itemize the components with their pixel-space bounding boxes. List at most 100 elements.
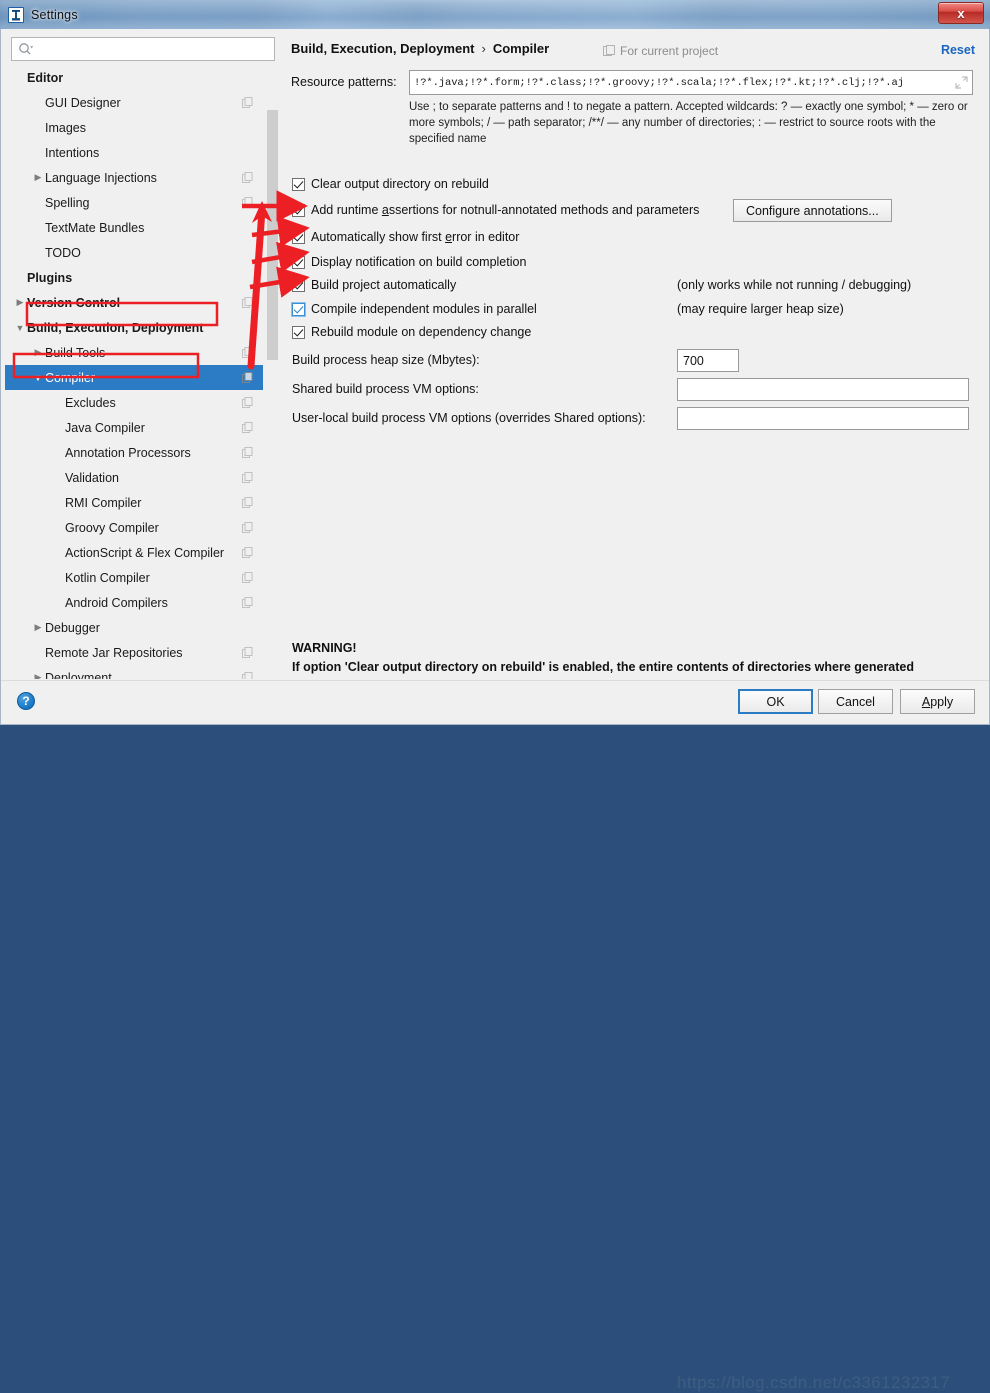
copy-settings-icon[interactable] (242, 397, 253, 408)
chevron-down-icon[interactable]: ▼ (13, 315, 27, 340)
sidebar-item-label: RMI Compiler (65, 496, 141, 510)
title-bar[interactable]: Settings x (0, 0, 990, 29)
cancel-button[interactable]: Cancel (818, 689, 893, 714)
copy-settings-icon[interactable] (242, 197, 253, 208)
sidebar-item-label: Debugger (45, 621, 100, 635)
chevron-right-icon[interactable]: ▶ (31, 665, 45, 679)
checkbox-rebuild-module-on-dependency-change[interactable] (292, 326, 305, 339)
search-input[interactable] (38, 42, 258, 56)
checkbox-display-notification-on-build-completion[interactable] (292, 256, 305, 269)
sidebar-item-build-execution-deployment[interactable]: ▼Build, Execution, Deployment (5, 315, 263, 340)
checkbox-row-build-project-automatically[interactable]: Build project automatically (292, 278, 456, 292)
copy-settings-icon[interactable] (242, 297, 253, 308)
copy-settings-icon[interactable] (242, 347, 253, 358)
sidebar-item-remote-jar-repositories[interactable]: Remote Jar Repositories (5, 640, 263, 665)
sidebar-scrollbar[interactable] (265, 65, 279, 679)
copy-settings-icon[interactable] (242, 672, 253, 679)
checkbox-row-clear-output-directory-on-rebuild[interactable]: Clear output directory on rebuild (292, 177, 489, 191)
copy-settings-icon[interactable] (242, 647, 253, 658)
chevron-right-icon[interactable]: ▶ (31, 340, 45, 365)
copy-settings-icon[interactable] (242, 522, 253, 533)
tree-spacer (51, 465, 65, 490)
reset-link[interactable]: Reset (941, 43, 975, 57)
sidebar-item-compiler[interactable]: ▼Compiler (5, 365, 263, 390)
sidebar-item-annotation-processors[interactable]: Annotation Processors (5, 440, 263, 465)
resource-patterns-input[interactable] (414, 77, 944, 89)
close-icon[interactable]: x (938, 2, 984, 24)
sidebar-item-rmi-compiler[interactable]: RMI Compiler (5, 490, 263, 515)
sidebar-item-label: Java Compiler (65, 421, 145, 435)
checkbox-row-compile-independent-modules-in-parallel[interactable]: Compile independent modules in parallel (292, 302, 537, 316)
input-build-process-heap-size-mbytes[interactable] (678, 350, 738, 371)
checkbox-label-clear-output-directory-on-rebuild: Clear output directory on rebuild (311, 177, 489, 191)
apply-button[interactable]: Apply (900, 689, 975, 714)
intellij-idea-icon (8, 7, 24, 23)
copy-settings-icon[interactable] (242, 572, 253, 583)
checkbox-hint-compile-independent-modules-in-parallel: (may require larger heap size) (677, 302, 844, 316)
sidebar-item-spelling[interactable]: Spelling (5, 190, 263, 215)
sidebar-item-java-compiler[interactable]: Java Compiler (5, 415, 263, 440)
chevron-right-icon[interactable]: ▶ (13, 290, 27, 315)
sidebar-item-language-injections[interactable]: ▶Language Injections (5, 165, 263, 190)
checkbox-build-project-automatically[interactable] (292, 279, 305, 292)
sidebar-scrollbar-thumb[interactable] (267, 110, 278, 360)
checkbox-add-runtime-assertions-for-notnull-annotated-methods-and-parameters[interactable] (292, 204, 305, 217)
sidebar-item-intentions[interactable]: Intentions (5, 140, 263, 165)
search-icon (18, 42, 34, 56)
configure-annotations-button[interactable]: Configure annotations... (733, 199, 892, 222)
field-build-process-heap-size-mbytes[interactable] (677, 349, 739, 372)
sidebar-item-label: ActionScript & Flex Compiler (65, 546, 224, 560)
checkbox-clear-output-directory-on-rebuild[interactable] (292, 178, 305, 191)
sidebar-item-kotlin-compiler[interactable]: Kotlin Compiler (5, 565, 263, 590)
copy-settings-icon[interactable] (242, 497, 253, 508)
sidebar-item-version-control[interactable]: ▶Version Control (5, 290, 263, 315)
help-icon[interactable]: ? (17, 692, 35, 710)
field-user-local-build-process-vm-options-overrides-shared-options[interactable] (677, 407, 969, 430)
copy-settings-icon[interactable] (242, 447, 253, 458)
checkbox-row-rebuild-module-on-dependency-change[interactable]: Rebuild module on dependency change (292, 325, 531, 339)
sidebar-item-debugger[interactable]: ▶Debugger (5, 615, 263, 640)
breadcrumb-root[interactable]: Build, Execution, Deployment (291, 41, 474, 56)
input-shared-build-process-vm-options[interactable] (678, 379, 968, 400)
tree-spacer (31, 640, 45, 665)
chevron-right-icon[interactable]: ▶ (31, 615, 45, 640)
sidebar-item-gui-designer[interactable]: GUI Designer (5, 90, 263, 115)
copy-settings-icon[interactable] (242, 172, 253, 183)
sidebar-item-todo[interactable]: TODO (5, 240, 263, 265)
tree-spacer (13, 265, 27, 290)
sidebar-item-validation[interactable]: Validation (5, 465, 263, 490)
resource-patterns-field[interactable] (409, 70, 973, 95)
sidebar-item-groovy-compiler[interactable]: Groovy Compiler (5, 515, 263, 540)
sidebar-item-android-compilers[interactable]: Android Compilers (5, 590, 263, 615)
sidebar-item-deployment[interactable]: ▶Deployment (5, 665, 263, 679)
sidebar-item-textmate-bundles[interactable]: TextMate Bundles (5, 215, 263, 240)
input-user-local-build-process-vm-options-overrides-shared-options[interactable] (678, 408, 968, 429)
ok-button[interactable]: OK (738, 689, 813, 714)
chevron-down-icon[interactable]: ▼ (31, 365, 45, 390)
checkbox-row-automatically-show-first-error-in-editor[interactable]: Automatically show first error in editor (292, 230, 519, 244)
copy-settings-icon[interactable] (242, 97, 253, 108)
sidebar-item-editor[interactable]: Editor (5, 65, 263, 90)
checkbox-row-display-notification-on-build-completion[interactable]: Display notification on build completion (292, 255, 526, 269)
sidebar-item-images[interactable]: Images (5, 115, 263, 140)
checkbox-compile-independent-modules-in-parallel[interactable] (292, 303, 305, 316)
search-box[interactable] (11, 37, 275, 61)
sidebar-item-build-tools[interactable]: ▶Build Tools (5, 340, 263, 365)
breadcrumb-separator: › (481, 41, 485, 56)
checkbox-row-add-runtime-assertions-for-notnull-annotated-methods-and-parameters[interactable]: Add runtime assertions for notnull-annot… (292, 203, 699, 217)
sidebar-item-plugins[interactable]: Plugins (5, 265, 263, 290)
copy-settings-icon[interactable] (242, 422, 253, 433)
copy-settings-icon[interactable] (242, 472, 253, 483)
sidebar-item-actionscript-flex-compiler[interactable]: ActionScript & Flex Compiler (5, 540, 263, 565)
copy-settings-icon[interactable] (242, 547, 253, 558)
sidebar-item-excludes[interactable]: Excludes (5, 390, 263, 415)
copy-settings-icon[interactable] (242, 372, 253, 383)
content-area: EditorGUI DesignerImagesIntentions▶Langu… (1, 29, 989, 681)
sidebar-item-label: Groovy Compiler (65, 521, 159, 535)
field-shared-build-process-vm-options[interactable] (677, 378, 969, 401)
tree-spacer (51, 515, 65, 540)
checkbox-automatically-show-first-error-in-editor[interactable] (292, 231, 305, 244)
expand-icon[interactable] (955, 76, 968, 89)
copy-settings-icon[interactable] (242, 597, 253, 608)
chevron-right-icon[interactable]: ▶ (31, 165, 45, 190)
